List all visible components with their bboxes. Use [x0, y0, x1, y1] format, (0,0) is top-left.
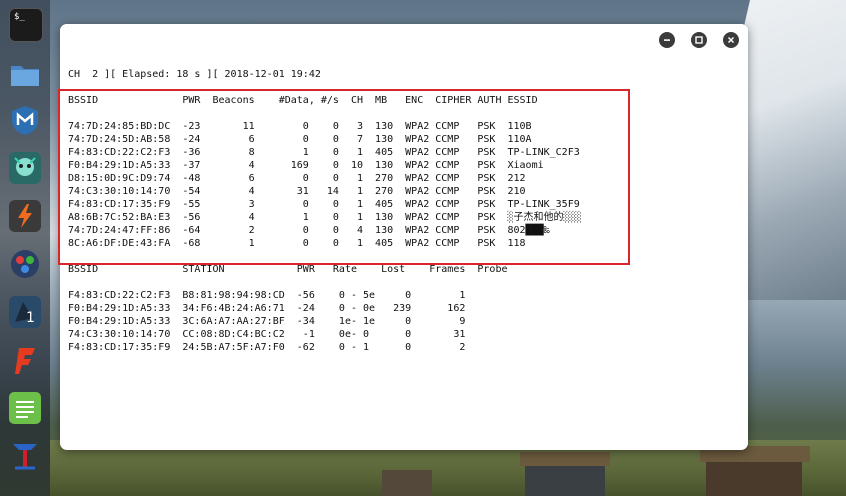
ap-row: 74:7D:24:47:FF:86 -64 2 0 0 4 130 WPA2 C… [68, 225, 550, 236]
maximize-icon [695, 36, 703, 44]
status-line: CH 2 ][ Elapsed: 18 s ][ 2018-12-01 19:4… [68, 69, 321, 80]
minimize-icon [664, 39, 670, 41]
close-button[interactable] [723, 32, 739, 48]
minimize-button[interactable] [659, 32, 675, 48]
ap-row: 74:7D:24:85:BD:DC -23 11 0 0 3 130 WPA2 … [68, 121, 532, 132]
maltego-icon[interactable] [9, 248, 41, 280]
station-row: F4:83:CD:17:35:F9 24:5B:A7:5F:A7:F0 -62 … [68, 342, 466, 353]
dock: $_ 1 [0, 0, 50, 496]
background-house [382, 470, 432, 496]
ap-row: F4:83:CD:17:35:F9 -55 3 0 0 1 405 WPA2 C… [68, 199, 580, 210]
terminal-icon[interactable]: $_ [9, 8, 43, 42]
station-table-header: BSSID STATION PWR Rate Lost Frames Probe [68, 264, 508, 275]
ap-table-header: BSSID PWR Beacons #Data, #/s CH MB ENC C… [68, 95, 538, 106]
station-row: F0:B4:29:1D:A5:33 3C:6A:A7:AA:27:BF -34 … [68, 316, 466, 327]
beef-icon[interactable]: 1 [9, 296, 41, 328]
ap-row: 74:7D:24:5D:AB:58 -24 6 0 0 7 130 WPA2 C… [68, 134, 532, 145]
background-house [525, 466, 605, 496]
ap-row: F0:B4:29:1D:A5:33 -37 4 169 0 10 130 WPA… [68, 160, 544, 171]
terminal-output[interactable]: CH 2 ][ Elapsed: 18 s ][ 2018-12-01 19:4… [68, 68, 744, 354]
terminal-window: CH 2 ][ Elapsed: 18 s ][ 2018-12-01 19:4… [60, 24, 748, 450]
station-row: 74:C3:30:10:14:70 CC:08:8D:C4:BC:C2 -1 0… [68, 329, 466, 340]
burpsuite-icon[interactable] [9, 200, 41, 232]
terminal-glyph: $_ [14, 12, 25, 22]
metasploit-icon[interactable] [9, 104, 41, 136]
maximize-button[interactable] [691, 32, 707, 48]
title-bar[interactable] [60, 24, 748, 57]
background-house [706, 462, 802, 496]
svg-text:1: 1 [26, 310, 35, 326]
station-row: F4:83:CD:22:C2:F3 B8:81:98:94:98:CD -56 … [68, 290, 466, 301]
ap-row: F4:83:CD:22:C2:F3 -36 8 1 0 1 405 WPA2 C… [68, 147, 580, 158]
ap-row: 8C:A6:DF:DE:43:FA -68 1 0 0 1 405 WPA2 C… [68, 238, 526, 249]
leafpad-icon[interactable] [9, 392, 41, 424]
files-icon[interactable] [9, 58, 41, 90]
ap-row: A8:6B:7C:52:BA:E3 -56 4 1 0 1 130 WPA2 C… [68, 212, 582, 223]
background-house-roof [520, 452, 610, 466]
close-icon [727, 36, 735, 44]
cutycapt-icon[interactable] [9, 440, 41, 472]
ap-row: 74:C3:30:10:14:70 -54 4 31 14 1 270 WPA2… [68, 186, 526, 197]
station-row: F0:B4:29:1D:A5:33 34:F6:4B:24:A6:71 -24 … [68, 303, 466, 314]
ap-row: D8:15:0D:9C:D9:74 -48 6 0 0 1 270 WPA2 C… [68, 173, 526, 184]
armitage-icon[interactable] [9, 152, 41, 184]
faraday-icon[interactable] [9, 344, 41, 376]
